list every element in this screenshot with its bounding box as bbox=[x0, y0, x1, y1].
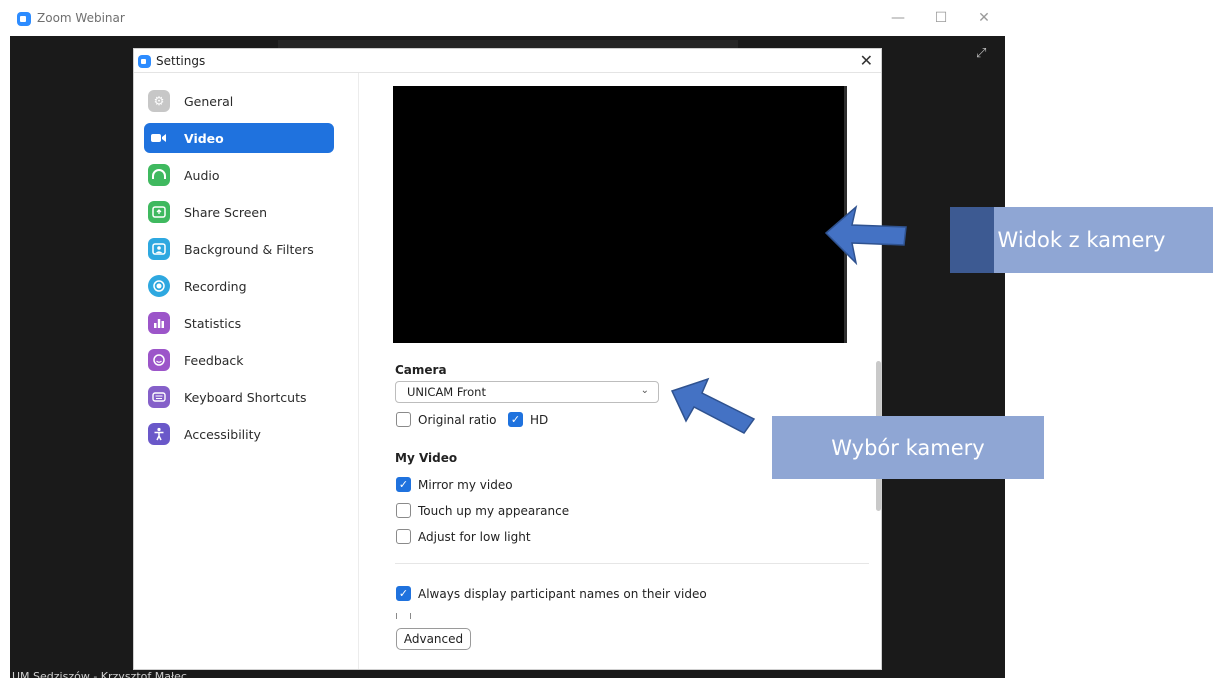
zoom-app-icon bbox=[17, 12, 31, 26]
dialog-title: Settings bbox=[156, 54, 206, 68]
camera-view-callout-text: Widok z kamery bbox=[997, 228, 1166, 252]
partial-next-option bbox=[396, 613, 411, 619]
camera-select-value: UNICAM Front bbox=[407, 385, 486, 399]
mirror-video-label: Mirror my video bbox=[418, 477, 513, 492]
callout-accent bbox=[950, 207, 994, 273]
camera-select[interactable]: UNICAM Front ⌄ bbox=[395, 381, 659, 403]
statistics-icon bbox=[148, 312, 170, 334]
low-light-checkbox[interactable] bbox=[396, 529, 411, 544]
sidebar-item-label: Keyboard Shortcuts bbox=[184, 389, 307, 405]
sidebar-item-accessibility[interactable]: Accessibility bbox=[144, 419, 334, 449]
sidebar-item-statistics[interactable]: Statistics bbox=[144, 308, 334, 338]
maximize-button[interactable]: ☐ bbox=[929, 8, 953, 28]
touch-up-checkbox[interactable] bbox=[396, 503, 411, 518]
touch-up-label: Touch up my appearance bbox=[418, 503, 570, 518]
original-ratio-option[interactable]: Original ratio bbox=[396, 412, 496, 427]
share-screen-icon bbox=[148, 201, 170, 223]
zoom-app-icon bbox=[138, 55, 151, 68]
dialog-close-button[interactable]: ✕ bbox=[860, 51, 873, 70]
camera-select-callout-text: Wybór kamery bbox=[831, 435, 985, 460]
always-names-checkbox[interactable]: ✓ bbox=[396, 586, 411, 601]
camera-preview bbox=[393, 86, 847, 343]
record-icon bbox=[148, 275, 170, 297]
advanced-button[interactable]: Advanced bbox=[396, 628, 471, 650]
sidebar-item-video[interactable]: Video bbox=[144, 123, 334, 153]
always-names-label: Always display participant names on thei… bbox=[418, 586, 707, 601]
my-video-heading: My Video bbox=[395, 451, 458, 465]
settings-sidebar: ⚙ General Video Audio Share Screen Backg… bbox=[134, 73, 359, 669]
always-names-option[interactable]: ✓ Always display participant names on th… bbox=[396, 586, 707, 601]
accessibility-icon bbox=[148, 423, 170, 445]
sidebar-item-share-screen[interactable]: Share Screen bbox=[144, 197, 334, 227]
hd-option[interactable]: ✓ HD bbox=[508, 412, 548, 427]
keyboard-icon bbox=[148, 386, 170, 408]
participant-name: UM Sędziszów - Krzysztof Małec bbox=[12, 670, 187, 678]
sidebar-item-background-filters[interactable]: Background & Filters bbox=[144, 234, 334, 264]
sidebar-item-recording[interactable]: Recording bbox=[144, 271, 334, 301]
low-light-label: Adjust for low light bbox=[418, 529, 531, 544]
feedback-smile-icon bbox=[148, 349, 170, 371]
sidebar-item-label: Statistics bbox=[184, 315, 242, 331]
partial-checkbox bbox=[396, 613, 411, 619]
sidebar-item-label: Audio bbox=[184, 167, 220, 183]
sidebar-item-general[interactable]: ⚙ General bbox=[144, 86, 334, 116]
hd-checkbox[interactable]: ✓ bbox=[508, 412, 523, 427]
window-title-bar: Zoom Webinar bbox=[0, 0, 1005, 36]
top-strip bbox=[278, 40, 738, 48]
dialog-title-bar: Settings ✕ bbox=[134, 49, 881, 73]
sidebar-item-label: Share Screen bbox=[184, 204, 268, 220]
sidebar-item-audio[interactable]: Audio bbox=[144, 160, 334, 190]
video-settings-panel: Camera UNICAM Front ⌄ Original ratio ✓ H… bbox=[360, 73, 881, 669]
original-ratio-checkbox[interactable] bbox=[396, 412, 411, 427]
low-light-option[interactable]: Adjust for low light bbox=[396, 529, 531, 544]
minimize-button[interactable]: — bbox=[886, 8, 910, 28]
sidebar-item-label: Background & Filters bbox=[184, 241, 314, 257]
touch-up-option[interactable]: Touch up my appearance bbox=[396, 503, 569, 518]
expand-icon[interactable]: ⤢ bbox=[976, 46, 994, 64]
camera-select-arrow bbox=[670, 377, 756, 434]
gear-icon: ⚙ bbox=[148, 90, 170, 112]
original-ratio-label: Original ratio bbox=[418, 412, 497, 427]
camera-view-arrow bbox=[824, 204, 907, 266]
screen: { "window": { "title": "Zoom Webinar", "… bbox=[0, 0, 1213, 678]
background-icon bbox=[148, 238, 170, 260]
headphones-icon bbox=[148, 164, 170, 186]
video-camera-icon bbox=[148, 127, 170, 149]
sidebar-item-label: Video bbox=[184, 130, 224, 146]
window-close-button[interactable]: ✕ bbox=[972, 8, 996, 28]
sidebar-item-label: General bbox=[184, 93, 234, 109]
settings-dialog: Settings ✕ ⚙ General Video Audio Share S… bbox=[133, 48, 882, 670]
window-title: Zoom Webinar bbox=[37, 11, 125, 25]
hd-label: HD bbox=[530, 412, 549, 427]
sidebar-item-keyboard-shortcuts[interactable]: Keyboard Shortcuts bbox=[144, 382, 334, 412]
sidebar-item-feedback[interactable]: Feedback bbox=[144, 345, 334, 375]
sidebar-item-label: Feedback bbox=[184, 352, 244, 368]
mirror-video-option[interactable]: ✓ Mirror my video bbox=[396, 477, 513, 492]
sidebar-item-label: Recording bbox=[184, 278, 247, 294]
section-divider bbox=[395, 563, 869, 564]
camera-select-callout: Wybór kamery bbox=[772, 416, 1044, 479]
camera-heading: Camera bbox=[395, 363, 447, 377]
chevron-down-icon: ⌄ bbox=[640, 385, 649, 396]
sidebar-item-label: Accessibility bbox=[184, 426, 261, 442]
camera-view-callout: Widok z kamery bbox=[950, 207, 1213, 273]
mirror-video-checkbox[interactable]: ✓ bbox=[396, 477, 411, 492]
